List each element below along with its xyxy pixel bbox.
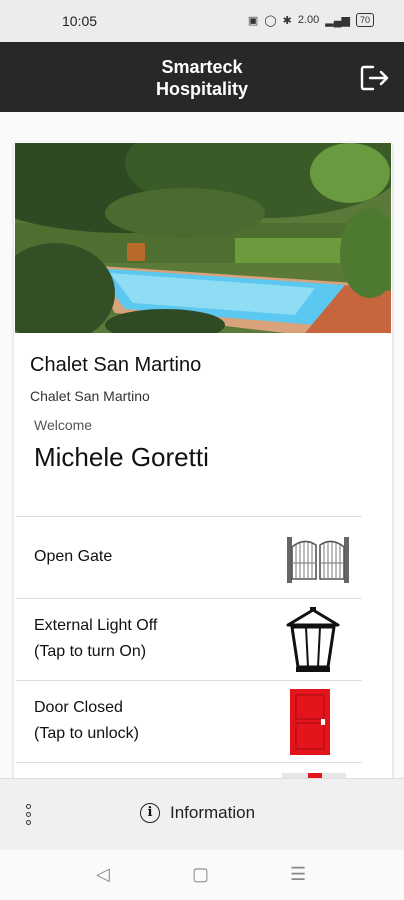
more-dot-icon <box>25 820 31 825</box>
gate-icon <box>287 537 349 583</box>
door-label: Door Closed (Tap to unlock) <box>34 695 139 747</box>
next-control-row[interactable] <box>16 762 362 778</box>
logout-icon <box>360 65 389 91</box>
door-status: Door Closed <box>34 699 123 716</box>
info-icon: i <box>140 803 160 823</box>
data-speed-icon: 2.00 <box>297 14 320 26</box>
more-dot-icon <box>25 804 31 809</box>
app-title-line2: Hospitality <box>155 79 248 99</box>
app-header: Smarteck Hospitality <box>0 42 404 112</box>
external-light-row[interactable]: External Light Off (Tap to turn On) <box>16 598 362 680</box>
open-gate-label: Open Gate <box>34 544 112 570</box>
more-options-button[interactable] <box>18 801 38 831</box>
guest-name: Michele Goretti <box>34 442 209 472</box>
battery-icon: 70 <box>355 13 374 27</box>
app-title-line1: Smarteck <box>161 57 243 77</box>
property-subtitle: Chalet San Martino <box>30 388 150 404</box>
welcome-label: Welcome <box>34 417 93 433</box>
door-hint: (Tap to unlock) <box>34 725 139 742</box>
system-nav-bar: ◁ ▢ ☰ <box>0 850 404 900</box>
signal-icon: ▂▄▆ <box>325 14 350 27</box>
logout-button[interactable] <box>360 64 390 92</box>
door-row[interactable]: Door Closed (Tap to unlock) <box>16 680 362 762</box>
nfc-icon: ▣ <box>247 14 259 27</box>
property-photo <box>15 143 391 333</box>
information-label: Information <box>170 803 256 822</box>
recents-icon[interactable]: ☰ <box>290 864 306 885</box>
open-gate-row[interactable]: Open Gate <box>16 516 362 598</box>
red-door-icon <box>290 689 330 755</box>
external-light-label: External Light Off (Tap to turn On) <box>34 613 157 665</box>
property-name: Chalet San Martino <box>30 354 202 376</box>
back-icon[interactable]: ◁ <box>96 864 110 885</box>
status-bar: 10:05 ▣ ◯ ✱ 2.00 ▂▄▆ 70 <box>0 0 404 42</box>
bottom-bar: i Information <box>0 778 404 850</box>
external-light-hint: (Tap to turn On) <box>34 643 147 660</box>
home-icon[interactable]: ▢ <box>192 864 209 885</box>
main-content[interactable]: Chalet San Martino Chalet San Martino We… <box>0 112 404 778</box>
more-dot-icon <box>25 812 31 817</box>
status-time: 10:05 <box>62 13 98 29</box>
external-light-status: External Light Off <box>34 617 158 634</box>
vibrate-icon: ◯ <box>264 14 277 27</box>
lantern-icon <box>286 607 340 672</box>
open-gate-text: Open Gate <box>34 548 113 565</box>
status-icons: ▣ ◯ ✱ 2.00 ▂▄▆ 70 <box>248 13 374 27</box>
bluetooth-icon: ✱ <box>282 14 292 27</box>
app-title: Smarteck Hospitality <box>0 56 404 100</box>
information-button[interactable]: i Information <box>140 803 255 823</box>
